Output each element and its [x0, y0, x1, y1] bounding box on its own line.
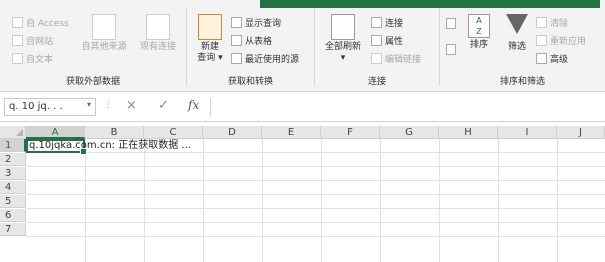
properties-button[interactable]: 属性 — [371, 34, 403, 47]
group-connections: 全部刷新 ▾ 连接 属性 编辑链接 连接 — [315, 4, 439, 90]
grid-line — [262, 139, 263, 262]
select-all-button[interactable] — [0, 126, 26, 139]
column-header-j[interactable]: J — [557, 126, 605, 139]
table-icon — [231, 35, 242, 46]
formula-bar-grip-icon: ⋮ — [104, 100, 113, 110]
advanced-filter-icon — [536, 53, 547, 64]
column-header-i[interactable]: I — [498, 126, 557, 139]
edit-links-icon — [371, 53, 382, 64]
group-label: 排序和筛选 — [499, 77, 545, 87]
text-file-icon — [12, 53, 23, 64]
column-header-e[interactable]: E — [262, 126, 321, 139]
group-label: 获取和转换 — [227, 77, 273, 87]
group-label: 连接 — [367, 77, 386, 87]
from-access-button[interactable]: 自 Access — [12, 16, 69, 29]
clear-filter-icon — [536, 17, 547, 28]
grid-line — [26, 152, 605, 153]
sort-button[interactable]: AZ 排序 — [464, 14, 494, 51]
chevron-down-icon[interactable]: ▾ — [87, 100, 91, 109]
from-table-button[interactable]: 从表格 — [231, 34, 272, 47]
insert-function-icon[interactable]: fx — [188, 98, 199, 112]
sort-ascending-button[interactable] — [446, 18, 456, 29]
grid-line — [203, 139, 204, 262]
name-box[interactable]: q. 10 jq. . . ▾ — [4, 98, 96, 116]
existing-connections-button[interactable]: 现有连接 — [134, 14, 182, 53]
grid-line — [321, 139, 322, 262]
grid-line — [26, 166, 605, 167]
row-header-4[interactable]: 4 — [0, 181, 26, 194]
row-header-2[interactable]: 2 — [0, 153, 26, 166]
grid-line — [380, 139, 381, 262]
web-icon — [12, 35, 23, 46]
grid-line — [26, 208, 605, 209]
formula-bar: q. 10 jq. . . ▾ ⋮ × ✓ fx — [0, 92, 605, 122]
formula-input[interactable] — [210, 98, 605, 116]
column-header-b[interactable]: B — [85, 126, 144, 139]
row-header-5[interactable]: 5 — [0, 195, 26, 208]
connections-icon — [371, 17, 382, 28]
filter-button[interactable]: 筛选 — [502, 14, 532, 53]
grid-line — [26, 194, 605, 195]
column-header-a[interactable]: A — [26, 126, 85, 139]
other-sources-icon — [92, 14, 116, 40]
grid-line — [439, 139, 440, 262]
grid-line — [26, 180, 605, 181]
sort-ascending-icon — [446, 18, 456, 29]
new-query-icon — [198, 14, 222, 40]
sort-descending-icon — [446, 44, 456, 55]
sort-descending-button[interactable] — [446, 44, 456, 55]
grid-line — [144, 139, 145, 262]
edit-links-button[interactable]: 编辑链接 — [371, 52, 421, 65]
from-text-button[interactable]: 自文本 — [12, 52, 53, 65]
row-header-7[interactable]: 7 — [0, 223, 26, 236]
grid-line — [26, 222, 605, 223]
group-sort-and-filter: AZ 排序 筛选 清除 重新应用 高级 排序和筛选 — [440, 4, 605, 90]
new-query-button[interactable]: 新建 查询 ▾ — [192, 14, 228, 64]
grid-line — [26, 236, 605, 237]
connections-button[interactable]: 连接 — [371, 16, 403, 29]
row-header-1[interactable]: 1 — [0, 139, 26, 152]
access-icon — [12, 17, 23, 28]
advanced-filter-button[interactable]: 高级 — [536, 52, 568, 65]
grid-line — [557, 139, 558, 262]
sort-dialog-icon: AZ — [468, 14, 490, 38]
reapply-button[interactable]: 重新应用 — [536, 34, 586, 47]
column-header-g[interactable]: G — [380, 126, 439, 139]
row-header-6[interactable]: 6 — [0, 209, 26, 222]
reapply-icon — [536, 35, 547, 46]
worksheet-grid[interactable]: A B C D E F G H I J 1 2 3 4 5 6 7 q.10jq… — [0, 122, 605, 262]
group-label: 获取外部数据 — [65, 77, 120, 87]
from-web-button[interactable]: 自网站 — [12, 34, 53, 47]
clear-filter-button[interactable]: 清除 — [536, 16, 568, 29]
ribbon: 自 Access 自网站 自文本 自其他来源 现有连接 获取外部数据 新建 查询… — [0, 0, 605, 92]
filter-funnel-icon — [506, 14, 528, 34]
existing-connections-icon — [146, 14, 170, 40]
from-other-sources-button[interactable]: 自其他来源 — [76, 14, 132, 53]
properties-icon — [371, 35, 382, 46]
group-get-and-transform: 新建 查询 ▾ 显示查询 从表格 最近使用的源 获取和转换 — [187, 4, 314, 90]
show-queries-button[interactable]: 显示查询 — [231, 16, 281, 29]
enter-icon[interactable]: ✓ — [158, 98, 169, 113]
column-header-f[interactable]: F — [321, 126, 380, 139]
cancel-icon[interactable]: × — [126, 98, 137, 113]
cell-a1-content: q.10jqka.com.cn: 正在获取数据 ... — [29, 140, 191, 151]
column-header-h[interactable]: H — [439, 126, 498, 139]
grid-line — [85, 139, 86, 262]
refresh-icon — [331, 14, 355, 40]
row-header-3[interactable]: 3 — [0, 167, 26, 180]
show-queries-icon — [231, 17, 242, 28]
grid-line — [498, 139, 499, 262]
recent-sources-button[interactable]: 最近使用的源 — [231, 52, 299, 65]
refresh-all-button[interactable]: 全部刷新 ▾ — [319, 14, 367, 64]
group-get-external-data: 自 Access 自网站 自文本 自其他来源 现有连接 获取外部数据 — [0, 4, 186, 90]
column-header-d[interactable]: D — [203, 126, 262, 139]
recent-sources-icon — [231, 53, 242, 64]
column-header-c[interactable]: C — [144, 126, 203, 139]
